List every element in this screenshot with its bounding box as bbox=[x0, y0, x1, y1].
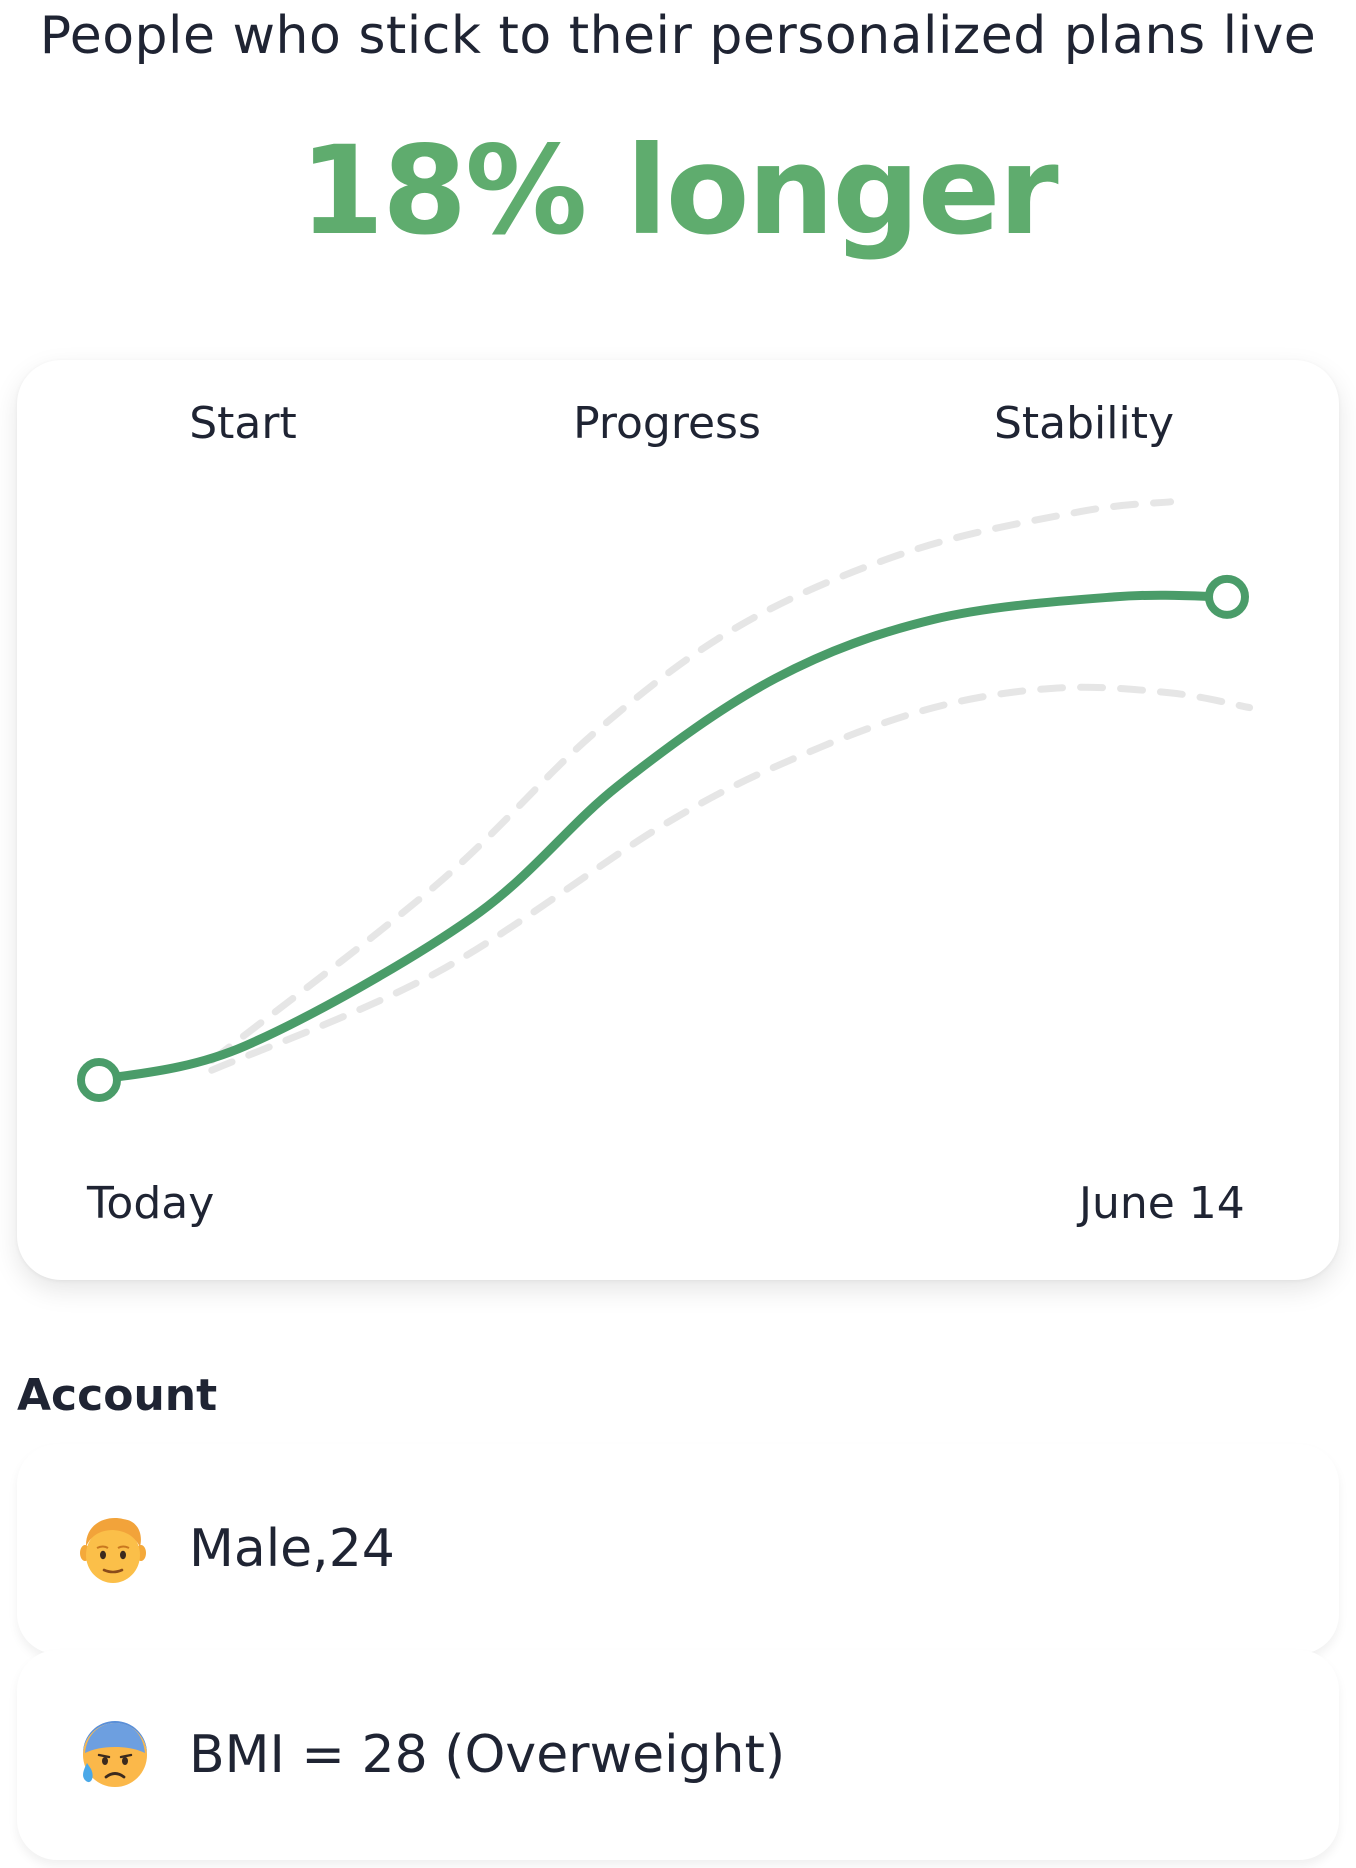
anxious-sweat-face-icon bbox=[83, 1721, 147, 1787]
highlight-value: 18% longer bbox=[299, 120, 1058, 262]
account-item-gender-age[interactable]: Male,24 bbox=[17, 1444, 1339, 1654]
main-line bbox=[94, 590, 1232, 1085]
phase-label-start: Start bbox=[189, 398, 297, 449]
projection-chart bbox=[77, 498, 1254, 1102]
x-label-end-date: June 14 bbox=[1079, 1178, 1245, 1229]
phase-label-stability: Stability bbox=[993, 398, 1175, 449]
account-item-bmi[interactable]: BMI = 28 (Overweight) bbox=[17, 1650, 1339, 1860]
account-item-label: Male,24 bbox=[189, 1519, 395, 1579]
account-item-label: BMI = 28 (Overweight) bbox=[189, 1725, 786, 1785]
man-face-icon bbox=[80, 1518, 146, 1583]
phase-label-progress: Progress bbox=[573, 398, 761, 449]
x-label-today: Today bbox=[87, 1178, 215, 1229]
projection-chart-card: Start Progress Stability Today June 14 bbox=[17, 360, 1339, 1280]
account-section-title: Account bbox=[17, 1370, 218, 1421]
lower-band-line bbox=[208, 683, 1254, 1074]
headline: People who stick to their personalized p… bbox=[39, 6, 1317, 66]
end-point-marker bbox=[1205, 574, 1249, 619]
start-point-marker bbox=[77, 1058, 121, 1102]
upper-band-line bbox=[208, 498, 1175, 1064]
